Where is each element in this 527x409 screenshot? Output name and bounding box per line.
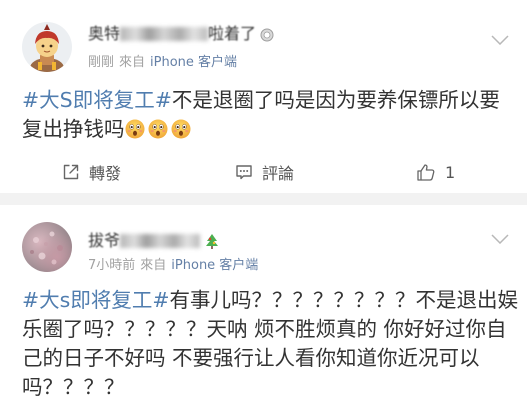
post-text-line: 不是退圈了吗是因为要养保镖所以要 xyxy=(171,88,500,112)
post-text-line: 有事儿吗？？？？？？？？不是退出娱 xyxy=(169,288,519,312)
source-link[interactable]: iPhone 客户端 xyxy=(171,258,258,273)
post-text-line: 乐圈了吗？？？？？天呐 烦不胜烦真的 你好好过你自 xyxy=(22,317,507,341)
post-text-line: 己的日子不好吗 不要强行让人看你知道你近况可以 xyxy=(22,346,480,370)
post-time: 7小時前 xyxy=(88,258,136,273)
chevron-down-icon[interactable] xyxy=(491,30,509,46)
chevron-down-icon[interactable] xyxy=(491,229,509,245)
post-time: 剛剛 xyxy=(88,55,115,70)
username-visible-start: 奥特 xyxy=(88,24,121,43)
comment-icon xyxy=(236,165,252,180)
comment-button[interactable]: 評論 xyxy=(235,160,294,184)
avatar[interactable] xyxy=(22,22,72,72)
post-text-line: 复出挣钱吗 xyxy=(22,117,125,141)
share-icon xyxy=(63,164,79,180)
post-card: 拔爷 7小時前 來自 iPhone 客户端 #大s即将复工#有事儿吗？？？？？？？？… xyxy=(0,205,527,409)
repost-button[interactable]: 轉發 xyxy=(62,160,121,184)
username-redacted xyxy=(120,234,201,248)
like-count: 1 xyxy=(445,162,456,182)
like-button[interactable]: 1 xyxy=(416,160,455,184)
comment-label: 評論 xyxy=(262,164,295,183)
avatar[interactable] xyxy=(22,222,72,272)
astonished-face-icon xyxy=(148,118,168,139)
gray-badge-icon xyxy=(260,26,274,48)
hashtag-link[interactable]: #大S即将复工# xyxy=(22,88,172,112)
username[interactable]: 拔爷 xyxy=(88,230,220,252)
post-text: #大s即将复工#有事儿吗？？？？？？？？不是退出娱 乐圈了吗？？？？？天呐 烦不… xyxy=(22,286,522,402)
post-meta: 7小時前 來自 iPhone 客户端 xyxy=(88,257,258,275)
post-meta: 剛剛 來自 iPhone 客户端 xyxy=(88,54,237,72)
source-prefix: 來自 xyxy=(140,258,167,273)
thumbs-up-icon xyxy=(417,164,435,181)
source-link[interactable]: iPhone 客户端 xyxy=(150,55,237,70)
username[interactable]: 奥特 啦着了 xyxy=(88,23,274,45)
astonished-face-icon xyxy=(171,118,191,139)
post-text: #大S即将复工#不是退圈了吗是因为要养保镖所以要 复出挣钱吗 xyxy=(22,86,522,144)
username-visible-start: 拔爷 xyxy=(88,231,121,250)
colorful-badge-icon xyxy=(204,233,220,255)
source-prefix: 來自 xyxy=(119,55,146,70)
astonished-face-icon xyxy=(125,118,145,139)
hashtag-link[interactable]: #大s即将复工# xyxy=(22,288,170,312)
post-card: 奥特 啦着了 剛剛 來自 iPhone 客户端 #大S即将复工#不是退圈了吗是因为要养… xyxy=(0,0,527,193)
repost-label: 轉發 xyxy=(89,164,122,183)
username-visible-end: 啦着了 xyxy=(208,24,257,43)
username-redacted xyxy=(120,27,209,41)
post-text-line: 吗？？？？ xyxy=(22,375,125,399)
